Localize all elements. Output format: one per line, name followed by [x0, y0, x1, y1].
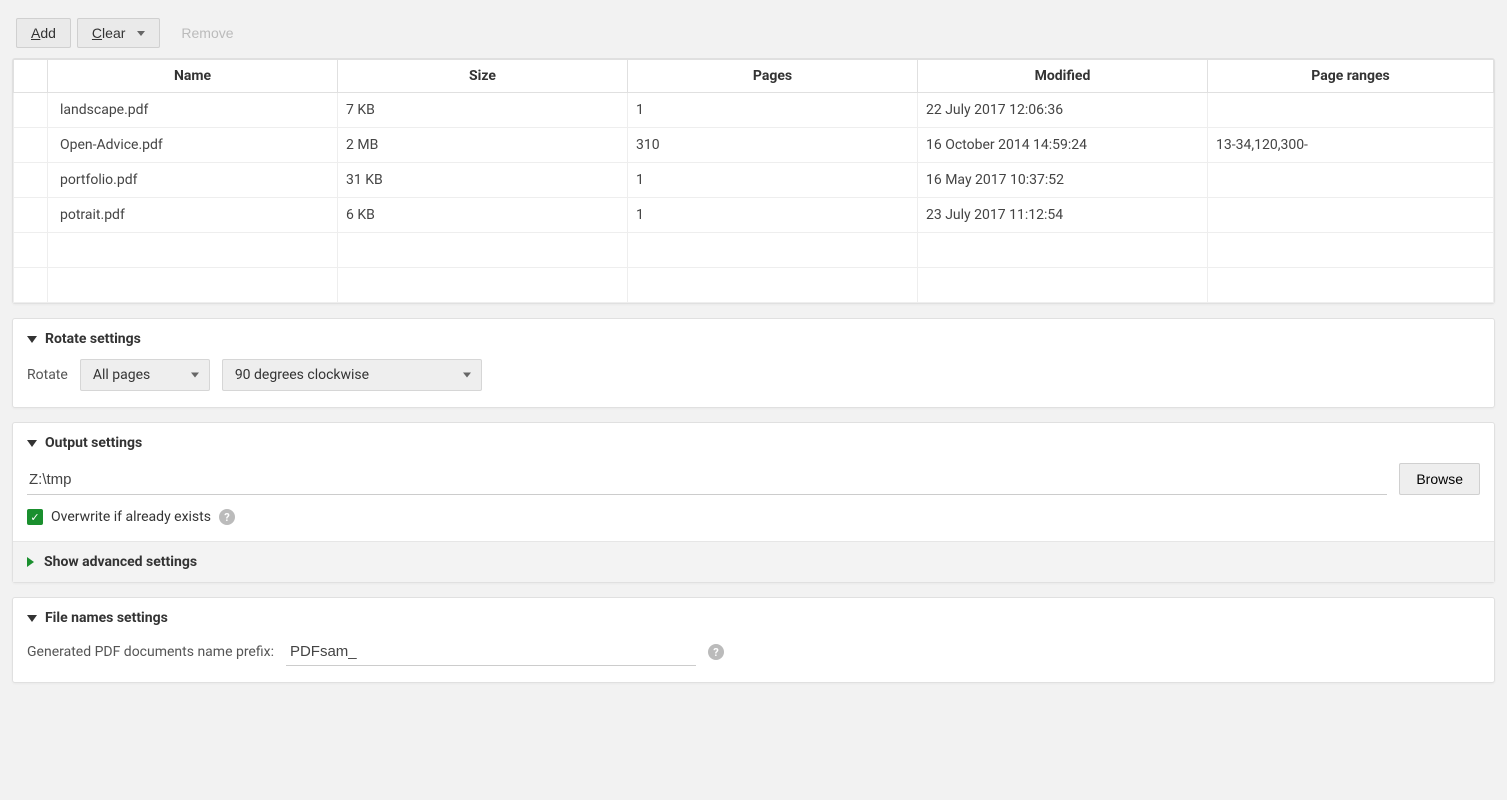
disclosure-triangle-icon	[27, 557, 34, 567]
col-name[interactable]: Name	[48, 60, 338, 93]
col-pages[interactable]: Pages	[628, 60, 918, 93]
file-table: Name Size Pages Modified Page ranges lan…	[13, 59, 1494, 303]
rotate-settings-panel: Rotate settings Rotate All pages 90 degr…	[12, 318, 1495, 408]
filenames-settings-header[interactable]: File names settings	[13, 598, 1494, 634]
disclosure-triangle-icon	[27, 440, 37, 447]
table-row[interactable]: portfolio.pdf 31 KB 1 16 May 2017 10:37:…	[14, 163, 1494, 198]
browse-button[interactable]: Browse	[1399, 463, 1480, 495]
col-size[interactable]: Size	[338, 60, 628, 93]
prefix-label: Generated PDF documents name prefix:	[27, 644, 274, 660]
table-row[interactable]: potrait.pdf 6 KB 1 23 July 2017 11:12:54	[14, 198, 1494, 233]
output-settings-panel: Output settings Browse ✓ Overwrite if al…	[12, 422, 1495, 583]
disclosure-triangle-icon	[27, 615, 37, 622]
advanced-label: Show advanced settings	[44, 554, 197, 570]
section-title: Output settings	[45, 435, 142, 451]
disclosure-triangle-icon	[27, 336, 37, 343]
rotate-settings-header[interactable]: Rotate settings	[13, 319, 1494, 355]
chevron-down-icon	[463, 373, 471, 378]
select-value: 90 degrees clockwise	[235, 367, 369, 383]
show-advanced-settings[interactable]: Show advanced settings	[13, 541, 1494, 582]
output-settings-header[interactable]: Output settings	[13, 423, 1494, 459]
table-row[interactable]: landscape.pdf 7 KB 1 22 July 2017 12:06:…	[14, 93, 1494, 128]
col-page-ranges[interactable]: Page ranges	[1208, 60, 1494, 93]
chevron-down-icon	[137, 31, 145, 36]
output-path-input[interactable]	[27, 465, 1387, 495]
chevron-down-icon	[191, 373, 199, 378]
help-icon[interactable]: ?	[219, 509, 235, 525]
table-row[interactable]: Open-Advice.pdf 2 MB 310 16 October 2014…	[14, 128, 1494, 163]
toolbar: Add Clear Remove	[12, 12, 1495, 58]
clear-button[interactable]: Clear	[77, 18, 160, 48]
col-modified[interactable]: Modified	[918, 60, 1208, 93]
col-stub	[14, 60, 48, 93]
rotate-label: Rotate	[27, 367, 68, 383]
help-icon[interactable]: ?	[708, 644, 724, 660]
clear-label: Clear	[92, 25, 125, 41]
filenames-settings-panel: File names settings Generated PDF docume…	[12, 597, 1495, 683]
overwrite-checkbox[interactable]: ✓	[27, 509, 43, 525]
section-title: File names settings	[45, 610, 168, 626]
prefix-input[interactable]	[286, 638, 696, 666]
file-table-panel: Name Size Pages Modified Page ranges lan…	[12, 58, 1495, 304]
section-title: Rotate settings	[45, 331, 141, 347]
table-row-empty	[14, 233, 1494, 268]
add-button[interactable]: Add	[16, 18, 71, 48]
rotate-scope-select[interactable]: All pages	[80, 359, 210, 391]
remove-button[interactable]: Remove	[166, 18, 248, 48]
overwrite-label: Overwrite if already exists	[51, 509, 211, 525]
table-row-empty	[14, 268, 1494, 303]
rotate-angle-select[interactable]: 90 degrees clockwise	[222, 359, 482, 391]
select-value: All pages	[93, 367, 150, 383]
